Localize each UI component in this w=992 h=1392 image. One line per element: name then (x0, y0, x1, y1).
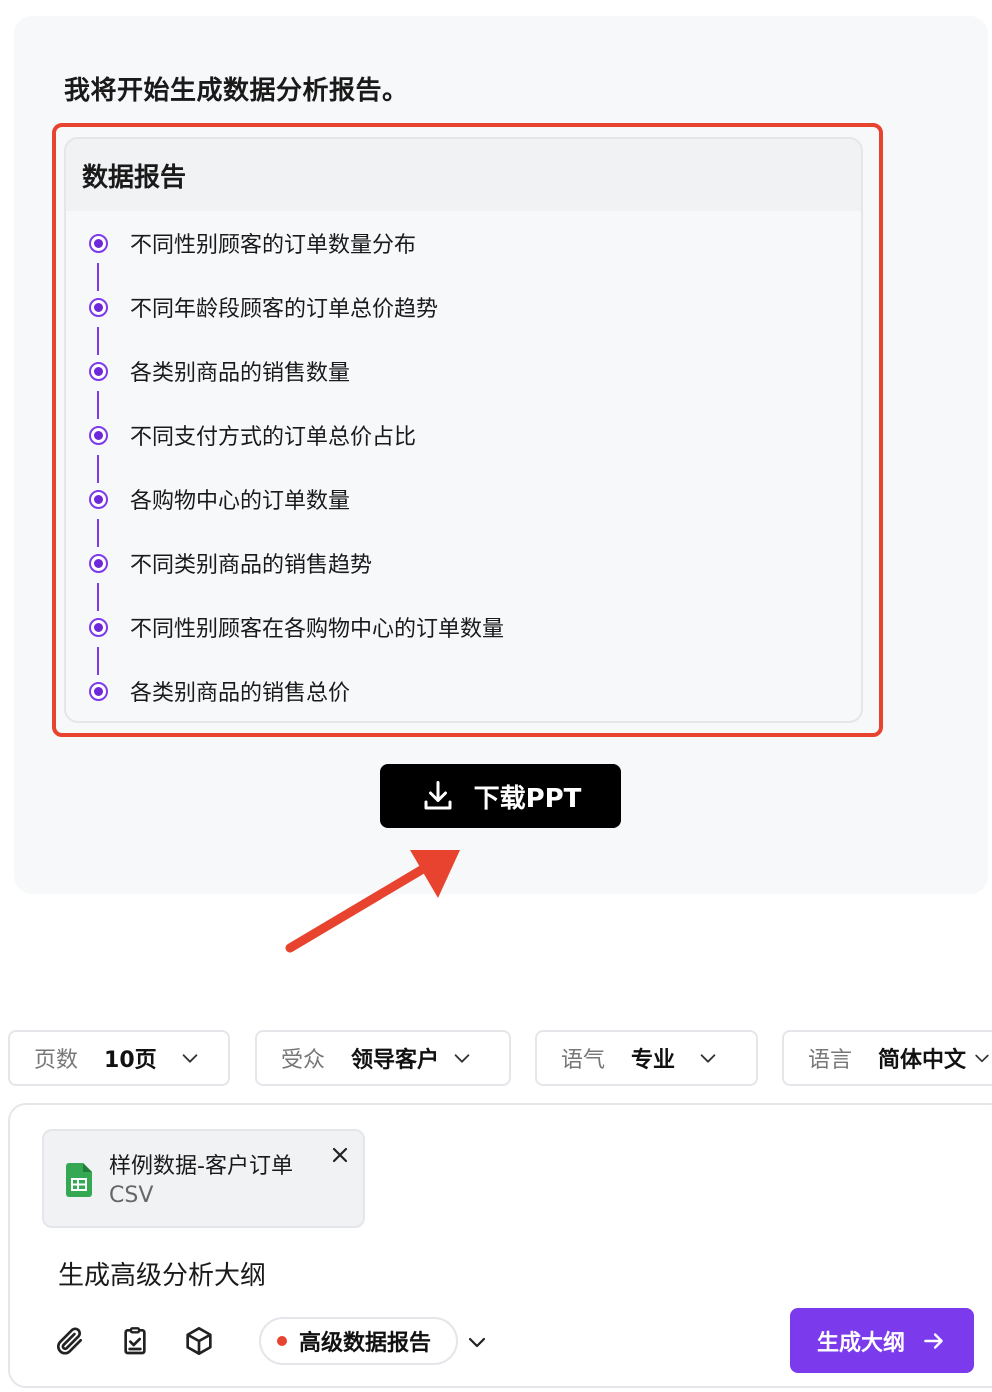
attached-file-chip[interactable]: 样例数据-客户订单 CSV (42, 1129, 365, 1228)
timeline-connector (97, 583, 99, 611)
file-type: CSV (109, 1183, 154, 1208)
timeline-dot-icon (89, 617, 108, 637)
pages-label: 页数 (34, 1048, 79, 1073)
generate-outline-button[interactable]: 生成大纲 (790, 1308, 974, 1373)
language-value: 简体中文 (878, 1048, 967, 1073)
chevron-down-icon (975, 1054, 989, 1063)
report-item-label: 各类别商品的销售数量 (130, 361, 351, 386)
audience-value: 领导客户 (351, 1048, 440, 1073)
timeline-dot-icon (89, 681, 108, 701)
timeline-dot-icon (89, 297, 108, 317)
chevron-down-icon (700, 1054, 716, 1063)
file-name: 样例数据-客户订单 (109, 1154, 293, 1179)
report-item-label: 不同性别顾客的订单数量分布 (130, 233, 417, 258)
language-label: 语言 (808, 1048, 853, 1073)
timeline-connector (97, 455, 99, 483)
close-icon[interactable] (328, 1143, 352, 1167)
report-title: 数据报告 (66, 139, 861, 211)
arrow-right-icon (924, 1332, 943, 1349)
chevron-down-icon (454, 1054, 470, 1063)
timeline-connector (97, 647, 99, 675)
intro-text: 我将开始生成数据分析报告。 (64, 76, 409, 106)
download-ppt-label: 下载PPT (473, 783, 582, 814)
report-item-label: 不同年龄段顾客的订单总价趋势 (130, 297, 439, 322)
audience-label: 受众 (281, 1048, 326, 1073)
timeline-dot-icon (89, 489, 108, 509)
data-report-panel: 数据报告 不同性别顾客的订单数量分布 不同年龄段顾客的订单总价趋势 各类别商品的… (64, 137, 863, 723)
pages-select[interactable]: 页数 10页 (8, 1030, 230, 1086)
download-icon (424, 781, 452, 810)
download-ppt-button[interactable]: 下载PPT (380, 764, 621, 828)
prompt-input[interactable]: 生成高级分析大纲 (58, 1255, 266, 1292)
tone-value: 专业 (631, 1048, 676, 1073)
status-dot-icon (277, 1336, 287, 1346)
chevron-down-icon (182, 1054, 197, 1063)
annotation-arrow-icon (285, 850, 460, 953)
spreadsheet-icon (66, 1163, 92, 1197)
chevron-down-icon[interactable] (465, 1330, 489, 1354)
report-item-label: 不同性别顾客在各购物中心的订单数量 (130, 617, 505, 642)
timeline-connector (97, 391, 99, 419)
report-mode-label: 高级数据报告 (299, 1331, 432, 1356)
timeline-dot-icon (89, 553, 108, 573)
cube-icon[interactable] (183, 1325, 215, 1357)
generate-outline-label: 生成大纲 (816, 1330, 905, 1356)
report-item-label: 各购物中心的订单数量 (130, 489, 351, 514)
report-item-label: 不同支付方式的订单总价占比 (130, 425, 417, 450)
timeline-dot-icon (89, 425, 108, 445)
language-select[interactable]: 语言 简体中文 (782, 1030, 992, 1086)
prompt-composer: 样例数据-客户订单 CSV 生成高级分析大纲 高级数据报告 生成大纲 (8, 1103, 992, 1388)
report-item-label: 各类别商品的销售总价 (130, 681, 351, 706)
pages-value: 10页 (104, 1048, 157, 1073)
audience-select[interactable]: 受众 领导客户 (255, 1030, 511, 1086)
paperclip-icon[interactable] (54, 1325, 86, 1357)
clipboard-check-icon[interactable] (119, 1325, 151, 1357)
tone-select[interactable]: 语气 专业 (535, 1030, 758, 1086)
report-mode-select[interactable]: 高级数据报告 (259, 1317, 458, 1365)
timeline-dot-icon (89, 361, 108, 381)
timeline-connector (97, 519, 99, 547)
report-item-label: 不同类别商品的销售趋势 (130, 553, 373, 578)
timeline-connector (97, 327, 99, 355)
timeline-dot-icon (89, 233, 108, 253)
tone-label: 语气 (561, 1048, 606, 1073)
timeline-connector (97, 263, 99, 291)
